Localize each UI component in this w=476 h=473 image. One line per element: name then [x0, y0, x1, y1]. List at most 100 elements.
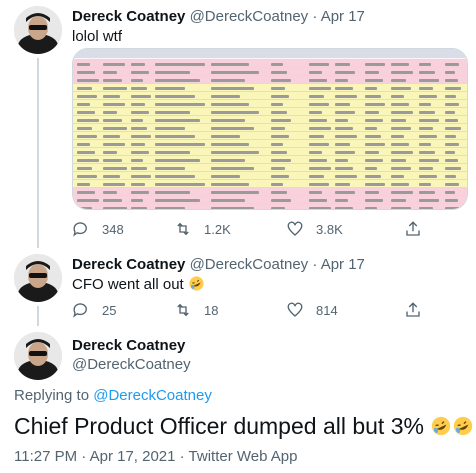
spreadsheet-image	[73, 49, 467, 209]
author-handle[interactable]: @DereckCoatney	[190, 256, 309, 273]
spreadsheet-row	[73, 163, 467, 171]
spreadsheet-cell	[211, 79, 245, 82]
spreadsheet-cell	[391, 199, 407, 202]
spreadsheet-cell	[77, 167, 93, 170]
rofl-emoji-icon	[454, 416, 473, 436]
spreadsheet-cell	[271, 191, 287, 194]
spreadsheet-cell	[391, 183, 409, 186]
spreadsheet-cell	[391, 87, 411, 90]
spreadsheet-cell	[271, 135, 289, 138]
spreadsheet-row	[73, 115, 467, 123]
like-button[interactable]: 3.8K	[286, 220, 343, 238]
spreadsheet-cell	[211, 111, 259, 114]
tweet-date[interactable]: Apr 17	[321, 8, 365, 25]
reply-button[interactable]: 348	[72, 220, 124, 238]
spreadsheet-cell	[271, 95, 289, 98]
spreadsheet-cell	[211, 143, 250, 146]
spreadsheet-cell	[391, 79, 407, 82]
spreadsheet-cell	[131, 135, 151, 138]
tweet-1[interactable]: Dereck Coatney @DereckCoatney · Apr 17 l…	[0, 0, 476, 248]
spreadsheet-cell	[365, 119, 383, 122]
author-name[interactable]: Dereck Coatney	[72, 8, 185, 25]
spreadsheet-cell	[391, 95, 405, 98]
spreadsheet-cell	[211, 119, 245, 122]
spreadsheet-cell	[211, 103, 250, 106]
rofl-emoji-icon	[189, 276, 204, 291]
retweet-button[interactable]: 1.2K	[174, 220, 231, 238]
spreadsheet-row	[73, 83, 467, 91]
spreadsheet-cell	[419, 167, 433, 170]
author-name[interactable]: Dereck Coatney	[72, 337, 185, 354]
tweet-image[interactable]	[72, 48, 468, 210]
author-name[interactable]: Dereck Coatney	[72, 256, 185, 273]
retweet-count: 1.2K	[204, 221, 231, 237]
spreadsheet-cell	[445, 175, 457, 178]
avatar[interactable]	[14, 6, 62, 54]
spreadsheet-cell	[271, 159, 291, 162]
spreadsheet-cell	[365, 63, 385, 66]
spreadsheet-cell	[77, 183, 91, 186]
spreadsheet-cell	[77, 79, 99, 82]
spreadsheet-cell	[335, 63, 351, 66]
spreadsheet-cell	[103, 71, 118, 74]
spreadsheet-cell	[103, 199, 123, 202]
reply-icon	[73, 222, 87, 237]
spreadsheet-cell	[445, 87, 461, 90]
spreadsheet-cell	[419, 119, 439, 122]
spreadsheet-cell	[335, 175, 357, 178]
tweet-header: Dereck Coatney @DereckCoatney · Apr 17	[72, 8, 365, 25]
spreadsheet-row	[73, 131, 467, 139]
author-handle[interactable]: @DereckCoatney	[190, 8, 309, 25]
spreadsheet-cell	[309, 167, 331, 170]
spreadsheet-cell	[391, 119, 407, 122]
avatar[interactable]	[14, 254, 62, 302]
spreadsheet-cell	[445, 191, 455, 194]
like-button[interactable]: 814	[286, 301, 338, 319]
spreadsheet-cell	[419, 199, 439, 202]
spreadsheet-cell	[211, 183, 250, 186]
share-button[interactable]	[404, 301, 434, 319]
spreadsheet-cell	[103, 143, 125, 146]
spreadsheet-row	[73, 187, 467, 195]
spreadsheet-row	[73, 99, 467, 107]
spreadsheet-cell	[211, 151, 259, 154]
spreadsheet-cell	[271, 175, 289, 178]
share-button[interactable]	[404, 220, 434, 238]
spreadsheet-cell	[211, 199, 245, 202]
author-handle[interactable]: @DereckCoatney	[72, 356, 191, 373]
spreadsheet-cell	[155, 87, 185, 90]
spreadsheet-row	[73, 171, 467, 179]
tweet-text: CFO went all out	[72, 275, 205, 293]
spreadsheet-cell	[309, 79, 327, 82]
spreadsheet-cell	[419, 87, 433, 90]
spreadsheet-cell	[155, 79, 200, 82]
spreadsheet-cell	[309, 183, 329, 186]
spreadsheet-cell	[271, 207, 285, 209]
spreadsheet-cell	[131, 207, 147, 209]
spreadsheet-cell	[365, 191, 379, 194]
spreadsheet-cell	[391, 63, 409, 66]
spreadsheet-cell	[445, 71, 455, 74]
spreadsheet-cell	[103, 167, 127, 170]
spreadsheet-row	[73, 67, 467, 75]
retweet-button[interactable]: 18	[174, 301, 218, 319]
replying-to-link[interactable]: @DereckCoatney	[93, 387, 212, 404]
tweet-timestamp[interactable]: 11:27 PM · Apr 17, 2021 · Twitter Web Ap…	[14, 448, 298, 465]
spreadsheet-cell	[419, 71, 435, 74]
main-tweet: Dereck Coatney @DereckCoatney Replying t…	[0, 326, 476, 473]
spreadsheet-cell	[271, 199, 291, 202]
spreadsheet-cell	[419, 207, 433, 209]
spreadsheet-row	[73, 147, 467, 155]
spreadsheet-cell	[335, 143, 351, 146]
spreadsheet-cell	[365, 143, 385, 146]
tweet-date[interactable]: Apr 17	[321, 256, 365, 273]
spreadsheet-cell	[335, 199, 349, 202]
spreadsheet-cell	[271, 167, 285, 170]
spreadsheet-cell	[77, 135, 97, 138]
avatar[interactable]	[14, 332, 62, 380]
tweet-2[interactable]: Dereck Coatney @DereckCoatney · Apr 17 C…	[0, 248, 476, 326]
spreadsheet-cell	[77, 63, 91, 66]
spreadsheet-cell	[211, 159, 245, 162]
reply-button[interactable]: 25	[72, 301, 116, 319]
spreadsheet-cell	[419, 175, 437, 178]
